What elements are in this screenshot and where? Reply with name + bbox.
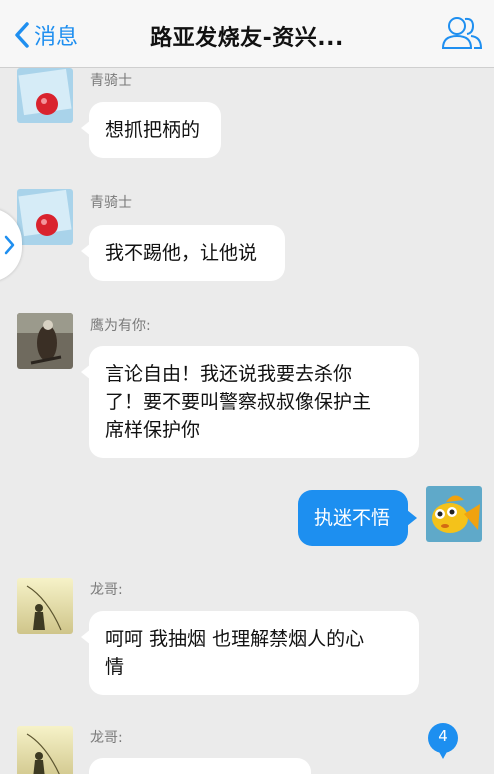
message-line: 席样保护你 xyxy=(105,419,201,441)
message-bubble[interactable] xyxy=(89,758,311,774)
message-line: 情 xyxy=(105,656,125,678)
sender-name: 龙哥: xyxy=(90,730,123,746)
message-line: 呵呵 我抽烟 也理解禁烟人的心 xyxy=(105,628,365,650)
fisherman-avatar[interactable] xyxy=(17,726,73,774)
goldfish-avatar[interactable] xyxy=(426,486,482,542)
eagle-avatar[interactable] xyxy=(17,313,73,369)
chevron-right-icon xyxy=(4,235,15,255)
my-message-bubble[interactable]: 执迷不悟 xyxy=(298,490,417,546)
red-ball-avatar[interactable] xyxy=(17,189,73,245)
unread-count: 4 xyxy=(438,727,448,745)
chat-area[interactable]: 青骑士 想抓把柄的 青骑士 我不踢他，让他说 鹰为有你: 言论自由！我还说我要去… xyxy=(0,68,494,774)
page-title: 路亚发烧友-资兴... xyxy=(150,26,344,51)
sender-name: 青骑士 xyxy=(90,195,132,211)
nav-bar: 消息 路亚发烧友-资兴... xyxy=(0,0,494,68)
sender-name: 青骑士 xyxy=(90,73,132,89)
group-members-button[interactable] xyxy=(440,14,484,54)
red-ball-avatar[interactable] xyxy=(17,68,73,123)
message-line: 了！要不要叫警察叔叔像保护主 xyxy=(105,391,372,413)
fisherman-avatar[interactable] xyxy=(17,578,73,634)
message-line: 言论自由！我还说我要去杀你 xyxy=(105,363,353,385)
message-bubble[interactable]: 我不踢他，让他说 xyxy=(81,225,285,281)
sender-name: 龙哥: xyxy=(90,582,123,598)
unread-badge[interactable]: 4 xyxy=(426,722,460,760)
group-members-icon xyxy=(441,17,483,49)
message-bubble[interactable]: 想抓把柄的 xyxy=(81,102,221,158)
sender-name: 鹰为有你: xyxy=(90,318,151,334)
message-bubble[interactable]: 言论自由！我还说我要去杀你 了！要不要叫警察叔叔像保护主 席样保护你 xyxy=(81,346,419,458)
message-bubble[interactable]: 呵呵 我抽烟 也理解禁烟人的心 情 xyxy=(81,611,419,695)
